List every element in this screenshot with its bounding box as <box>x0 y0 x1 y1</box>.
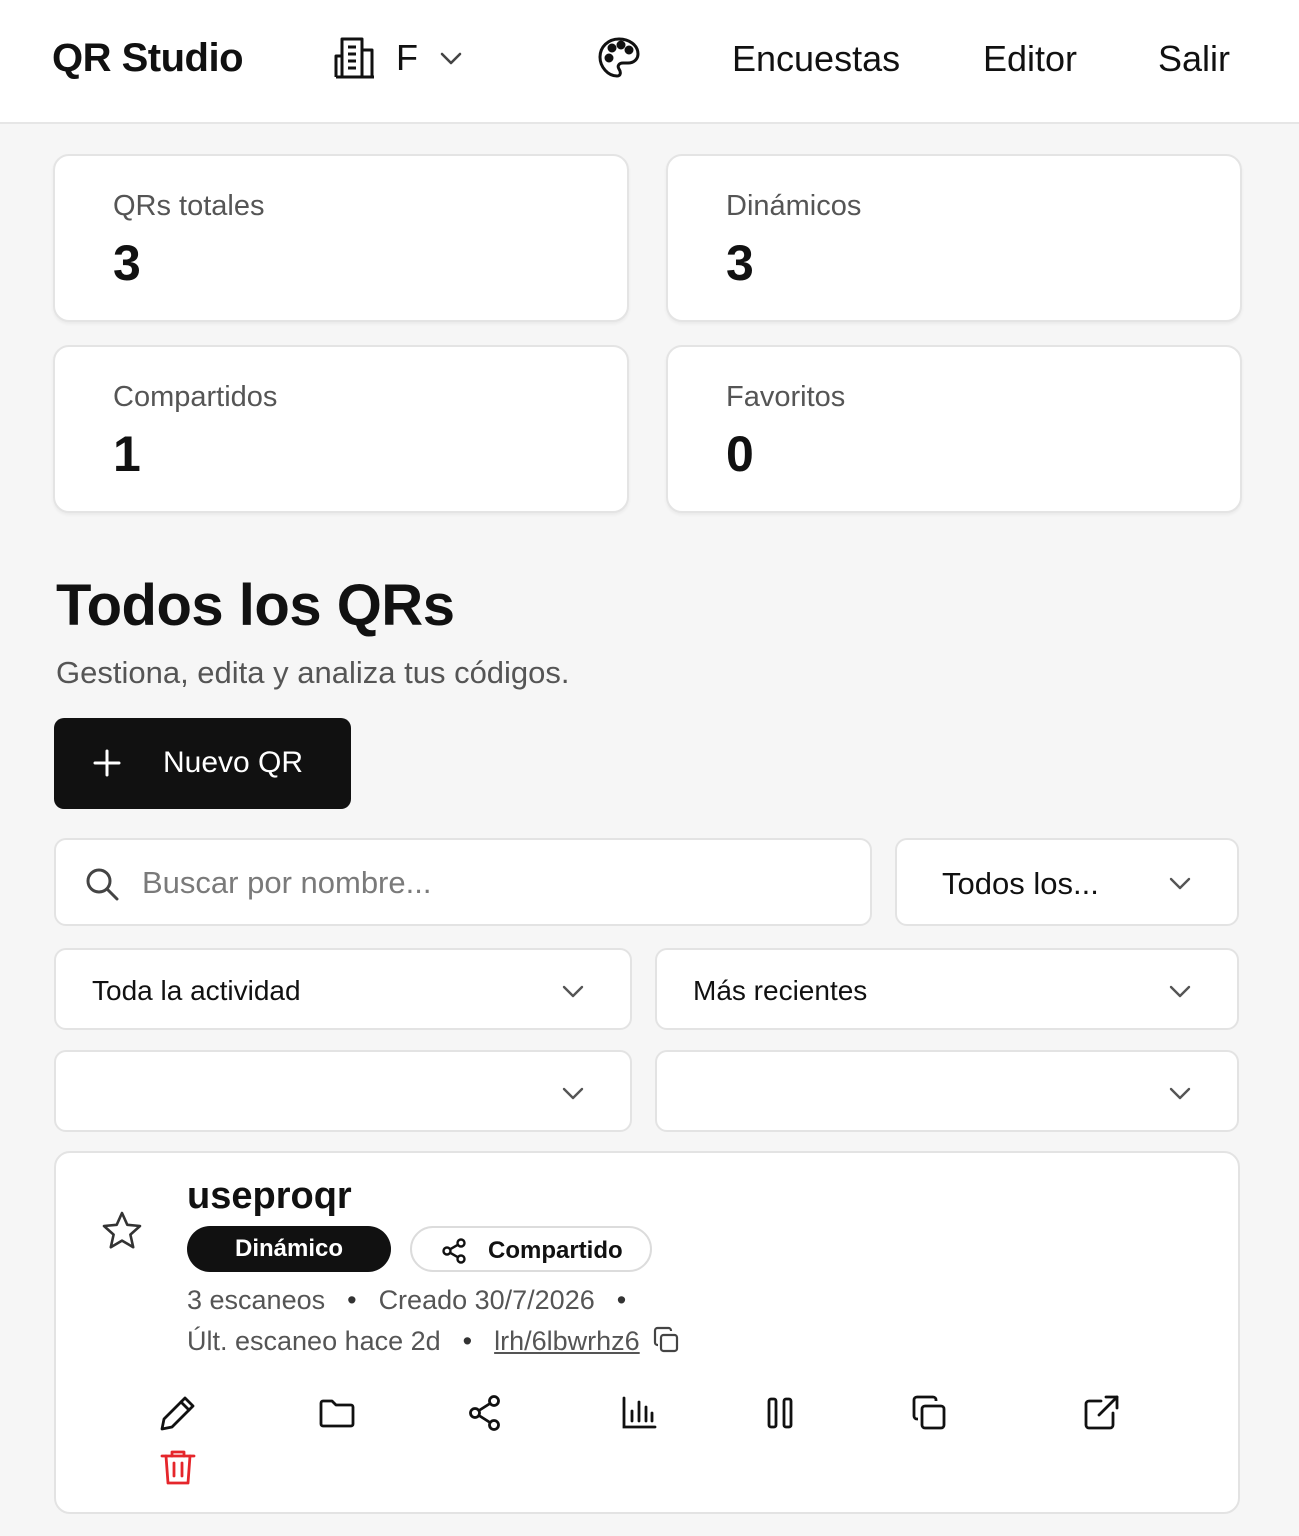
pause-icon[interactable] <box>760 1393 800 1433</box>
stat-card-shared: Compartidos 1 <box>53 345 629 513</box>
page-subtitle: Gestiona, edita y analiza tus códigos. <box>56 655 570 690</box>
separator-dot: • <box>616 1285 627 1315</box>
chevron-down-icon <box>562 1087 584 1100</box>
shared-badge: Compartido <box>410 1226 652 1272</box>
stat-label: Dinámicos <box>726 190 862 222</box>
bar-chart-icon[interactable] <box>619 1393 659 1433</box>
qr-meta-line-1: 3 escaneos • Creado 30/7/2026 • <box>187 1285 648 1316</box>
search-input[interactable] <box>142 858 842 908</box>
nav-encuestas[interactable]: Encuestas <box>732 38 900 80</box>
stat-label: Favoritos <box>726 381 846 413</box>
chevron-down-icon <box>1169 1087 1191 1100</box>
brand-title[interactable]: QR Studio <box>52 36 244 81</box>
qr-name[interactable]: useproqr <box>187 1175 352 1218</box>
type-filter-select[interactable]: Todos los... <box>895 838 1239 926</box>
stat-card-dynamic: Dinámicos 3 <box>666 154 1242 322</box>
plus-icon <box>93 749 121 777</box>
separator-dot: • <box>347 1285 357 1315</box>
sort-select[interactable]: Más recientes <box>655 948 1239 1030</box>
extra-filter-select-2[interactable] <box>655 1050 1239 1132</box>
organization-name: F <box>396 37 418 78</box>
extra-filter-select-1[interactable] <box>54 1050 632 1132</box>
stat-value: 1 <box>113 426 141 482</box>
palette-icon[interactable] <box>597 36 641 80</box>
stat-card-favorites: Favoritos 0 <box>666 345 1242 513</box>
created-date: Creado 30/7/2026 <box>378 1285 595 1315</box>
stat-value: 3 <box>726 235 754 291</box>
page-title: Todos los QRs <box>56 573 455 638</box>
star-icon[interactable] <box>100 1209 144 1253</box>
organization-selector[interactable]: F <box>334 34 464 82</box>
chevron-down-icon <box>562 985 584 998</box>
duplicate-icon[interactable] <box>909 1393 949 1433</box>
stat-label: Compartidos <box>113 381 278 413</box>
share-icon[interactable] <box>465 1393 505 1433</box>
separator-dot: • <box>462 1326 473 1356</box>
external-link-icon[interactable] <box>1081 1393 1121 1433</box>
share-icon <box>442 1238 466 1264</box>
new-qr-label: Nuevo QR <box>163 746 304 779</box>
building-icon <box>334 37 374 79</box>
stat-value: 0 <box>726 426 754 482</box>
chevron-down-icon <box>1169 985 1191 998</box>
qr-meta-line-2: Últ. escaneo hace 2d • lrh/6lbwrhz6 <box>187 1326 680 1357</box>
last-scan: Últ. escaneo hace 2d <box>187 1326 441 1356</box>
select-value: Más recientes <box>693 975 868 1006</box>
search-box <box>54 838 872 926</box>
new-qr-button[interactable]: Nuevo QR <box>54 718 351 809</box>
folder-icon[interactable] <box>317 1393 357 1433</box>
search-icon <box>86 868 119 901</box>
chevron-down-icon <box>438 45 464 71</box>
copy-icon[interactable] <box>652 1326 680 1354</box>
nav-editor[interactable]: Editor <box>983 38 1077 80</box>
select-value: Todos los... <box>942 866 1099 901</box>
stat-value: 3 <box>113 235 141 291</box>
select-value: Toda la actividad <box>92 975 301 1006</box>
top-header: QR Studio F Encuestas Editor Salir <box>0 0 1299 124</box>
dynamic-badge: Dinámico <box>187 1226 391 1272</box>
stat-label: QRs totales <box>113 190 265 222</box>
qr-list-item: useproqr Dinámico Compartido 3 escaneos •… <box>54 1151 1240 1514</box>
stat-card-total: QRs totales 3 <box>53 154 629 322</box>
pencil-icon[interactable] <box>158 1393 198 1433</box>
short-link[interactable]: lrh/6lbwrhz6 <box>494 1326 640 1356</box>
activity-filter-select[interactable]: Toda la actividad <box>54 948 632 1030</box>
scan-count: 3 escaneos <box>187 1285 326 1315</box>
shared-badge-label: Compartido <box>488 1237 623 1264</box>
trash-icon[interactable] <box>158 1447 198 1487</box>
nav-logout[interactable]: Salir <box>1158 38 1230 80</box>
chevron-down-icon <box>1169 877 1191 890</box>
